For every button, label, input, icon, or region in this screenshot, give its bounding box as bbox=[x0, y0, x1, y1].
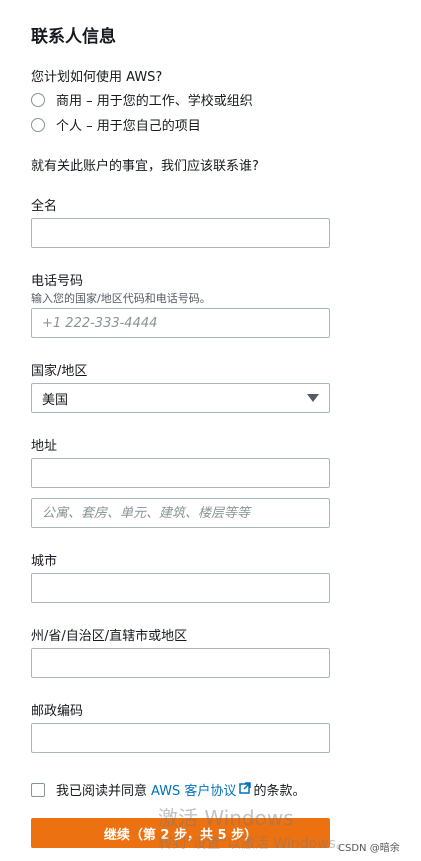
usage-question: 您计划如何使用 AWS? bbox=[31, 70, 163, 85]
phone-input[interactable] bbox=[31, 308, 330, 338]
customer-agreement-link[interactable]: AWS 客户协议 bbox=[151, 780, 236, 799]
windows-activation-hint: 转到"设置"以激活 Windows。 bbox=[158, 836, 350, 852]
phone-label: 电话号码 bbox=[31, 274, 84, 289]
full-name-input[interactable] bbox=[31, 218, 330, 248]
windows-activation-watermark: 激活 Windows bbox=[158, 806, 294, 830]
radio-business[interactable]: 商用 – 用于您的工作、学校或组织 bbox=[31, 90, 253, 109]
city-input[interactable] bbox=[31, 573, 330, 603]
radio-circle-icon[interactable] bbox=[31, 92, 45, 107]
address-line1-input[interactable] bbox=[31, 458, 330, 488]
agreement-suffix: 的条款。 bbox=[253, 784, 306, 799]
state-input[interactable] bbox=[31, 648, 330, 678]
address-label: 地址 bbox=[31, 439, 58, 454]
radio-personal-label: 个人 – 用于您自己的项目 bbox=[56, 119, 201, 134]
country-select[interactable]: 美国 bbox=[31, 383, 330, 413]
caret-down-icon bbox=[307, 394, 319, 402]
agreement-checkbox[interactable] bbox=[31, 782, 45, 797]
city-label: 城市 bbox=[31, 554, 58, 569]
state-label: 州/省/自治区/直辖市或地区 bbox=[31, 629, 188, 644]
external-link-icon[interactable] bbox=[239, 781, 252, 798]
agreement-prefix: 我已阅读并同意 bbox=[56, 784, 148, 799]
country-label: 国家/地区 bbox=[31, 364, 88, 379]
radio-business-label: 商用 – 用于您的工作、学校或组织 bbox=[56, 94, 253, 109]
postal-label: 邮政编码 bbox=[31, 704, 84, 719]
full-name-label: 全名 bbox=[31, 199, 58, 214]
page-title: 联系人信息 bbox=[31, 27, 116, 47]
radio-circle-icon[interactable] bbox=[31, 117, 45, 132]
postal-input[interactable] bbox=[31, 723, 330, 753]
agreement-row: 我已阅读并同意 AWS 客户协议 的条款。 bbox=[31, 780, 305, 799]
phone-hint: 输入您的国家/地区代码和电话号码。 bbox=[31, 292, 211, 305]
address-line2-input[interactable] bbox=[31, 498, 330, 528]
radio-personal[interactable]: 个人 – 用于您自己的项目 bbox=[31, 115, 201, 134]
contact-question: 就有关此账户的事宜，我们应该联系谁? bbox=[31, 159, 259, 174]
csdn-credit: CSDN @暗余 bbox=[338, 843, 400, 854]
country-selected-value: 美国 bbox=[42, 392, 69, 408]
